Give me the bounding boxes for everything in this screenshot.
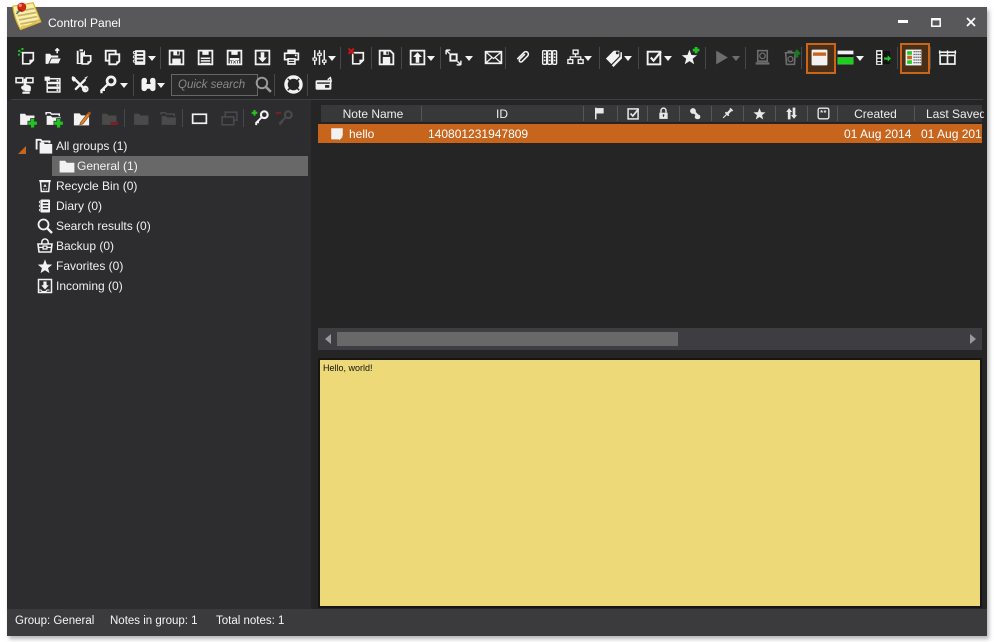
svg-text:**: ** — [820, 108, 827, 117]
svg-text:TXT: TXT — [230, 59, 239, 65]
